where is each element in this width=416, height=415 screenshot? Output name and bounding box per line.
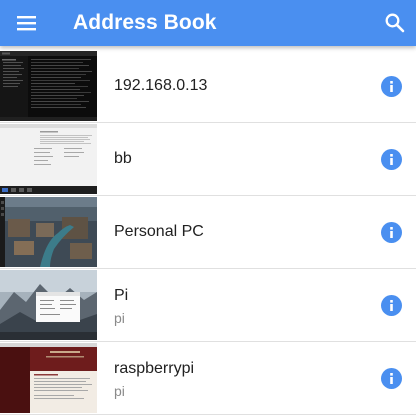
host-info-button[interactable] [381, 76, 402, 97]
menu-icon [16, 12, 40, 34]
host-list: 192.168.0.13 bb Personal PC Pi pi raspbe… [0, 50, 416, 415]
host-info-button[interactable] [381, 368, 402, 389]
info-icon [381, 295, 402, 316]
search-icon [383, 13, 407, 39]
list-item-host[interactable]: Pi pi [0, 269, 416, 342]
list-item-host[interactable]: raspberrypi pi [0, 342, 416, 415]
list-item-host[interactable]: Personal PC [0, 196, 416, 269]
host-username: pi [114, 310, 125, 326]
host-screenshot-thumbnail [0, 124, 97, 194]
host-name: bb [114, 150, 132, 167]
host-username: pi [114, 383, 125, 399]
host-name: Personal PC [114, 223, 204, 240]
list-item-host[interactable]: 192.168.0.13 [0, 50, 416, 123]
menu-button[interactable] [16, 12, 40, 34]
host-name: 192.168.0.13 [114, 77, 208, 94]
app-bar: Address Book [0, 0, 416, 46]
host-screenshot-thumbnail [0, 270, 97, 340]
list-item-host[interactable]: bb [0, 123, 416, 196]
page-title: Address Book [73, 11, 217, 34]
host-info-button[interactable] [381, 222, 402, 243]
info-icon [381, 76, 402, 97]
host-info-button[interactable] [381, 295, 402, 316]
host-screenshot-thumbnail [0, 51, 97, 121]
address-book-screen: Address Book 192.168.0.13 bb Personal PC… [0, 0, 416, 415]
host-screenshot-thumbnail [0, 343, 97, 413]
host-name: Pi [114, 287, 129, 304]
host-info-button[interactable] [381, 149, 402, 170]
search-button[interactable] [383, 11, 407, 35]
host-name: raspberrypi [114, 360, 195, 377]
info-icon [381, 149, 402, 170]
info-icon [381, 222, 402, 243]
host-screenshot-thumbnail [0, 197, 97, 267]
info-icon [381, 368, 402, 389]
